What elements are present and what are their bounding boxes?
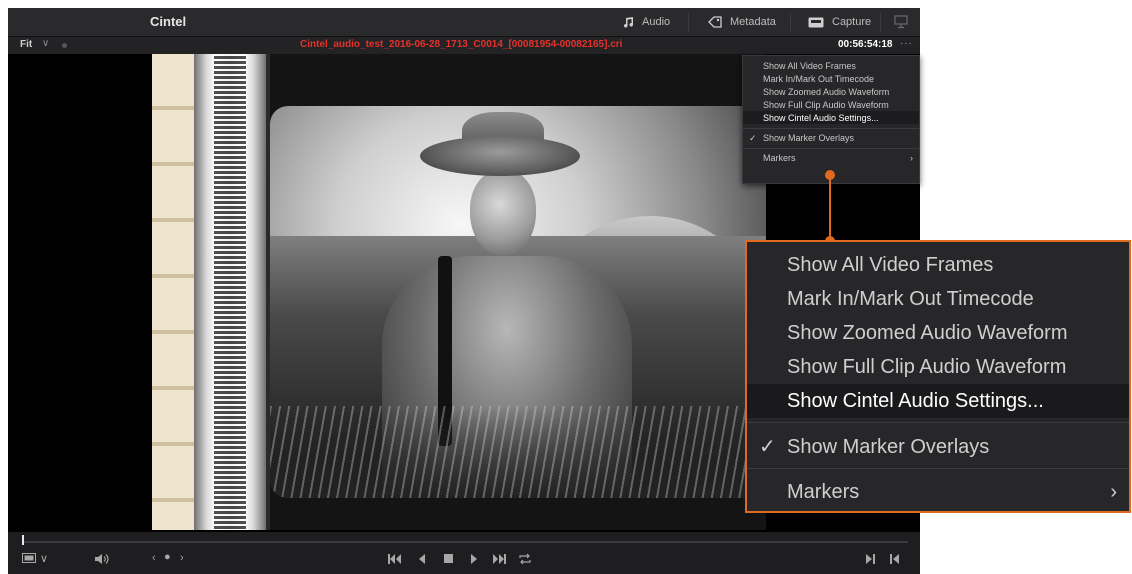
checkmark-icon: ✓	[749, 133, 757, 143]
optical-audio-waveform	[214, 54, 246, 530]
mark-out-icon[interactable]	[890, 554, 900, 564]
chevron-right-icon: ›	[910, 153, 913, 163]
jump-to-start-icon[interactable]	[388, 554, 402, 564]
menu-item-show-marker-overlays[interactable]: Show Marker Overlays	[787, 432, 989, 462]
viewer-options-menu: Show All Video Frames Mark In/Mark Out T…	[742, 55, 920, 184]
playhead[interactable]	[22, 535, 24, 545]
menu-divider	[747, 422, 1129, 423]
timecode-display: 00:56:54:18	[838, 39, 893, 50]
monitor-icon[interactable]	[894, 15, 908, 29]
menu-item-show-zoomed-audio-waveform[interactable]: Show Zoomed Audio Waveform	[787, 318, 1068, 348]
toolbar-divider	[790, 13, 791, 31]
menu-divider	[743, 148, 919, 149]
menu-divider	[743, 128, 919, 129]
next-marker-icon[interactable]: ›	[180, 552, 184, 564]
man-head	[470, 170, 536, 256]
status-dot-icon	[62, 43, 67, 48]
menu-item-show-full-clip-audio-waveform[interactable]: Show Full Clip Audio Waveform	[787, 352, 1066, 382]
menu-item-show-cintel-audio-settings[interactable]: Show Cintel Audio Settings...	[787, 386, 1044, 416]
checkmark-icon: ✓	[759, 436, 776, 458]
menu-item-mark-in-out-timecode[interactable]: Mark In/Mark Out Timecode	[763, 73, 874, 85]
music-note-icon	[623, 17, 634, 28]
marker-dot-icon[interactable]: ●	[164, 551, 171, 563]
menu-item-show-all-video-frames[interactable]: Show All Video Frames	[787, 250, 993, 280]
scrubber-track[interactable]	[22, 541, 908, 543]
transport-bar: ∨ ‹ ● ›	[8, 532, 920, 574]
menu-item-show-full-clip-audio-waveform[interactable]: Show Full Clip Audio Waveform	[763, 99, 889, 111]
mark-in-icon[interactable]	[866, 554, 876, 564]
stop-icon[interactable]	[444, 554, 454, 564]
menu-item-show-zoomed-audio-waveform[interactable]: Show Zoomed Audio Waveform	[763, 86, 889, 98]
film-frame-image	[152, 54, 766, 530]
chevron-down-icon[interactable]: ∨	[42, 38, 49, 49]
metadata-label: Metadata	[730, 16, 776, 28]
capture-icon	[808, 17, 824, 27]
viewer-layout-icon[interactable]	[22, 553, 36, 563]
menu-divider	[747, 468, 1129, 469]
clip-name: Cintel_audio_test_2016-06-28_1713_C0014_…	[300, 39, 623, 50]
callout-connector	[829, 174, 831, 240]
menu-item-markers[interactable]: Markers	[763, 152, 796, 164]
chevron-right-icon: ›	[1110, 481, 1117, 503]
tag-icon	[708, 16, 722, 28]
audio-label: Audio	[642, 16, 671, 28]
jump-to-end-icon[interactable]	[492, 554, 506, 564]
film-edge	[152, 54, 194, 530]
magnified-options-menu: Show All Video Frames Mark In/Mark Out T…	[745, 240, 1131, 513]
speaker-icon[interactable]	[94, 553, 110, 565]
audio-button[interactable]: Audio	[622, 8, 670, 36]
film-picture-frame	[270, 106, 766, 498]
title-bar: Cintel Audio Metadata Capture	[8, 8, 920, 37]
capture-label: Capture	[832, 16, 872, 28]
previous-marker-icon[interactable]: ‹	[152, 552, 156, 564]
menu-item-show-marker-overlays[interactable]: Show Marker Overlays	[763, 132, 854, 144]
play-icon[interactable]	[470, 554, 478, 564]
page-title: Cintel	[150, 14, 187, 29]
toolbar-divider	[688, 13, 689, 31]
menu-item-show-cintel-audio-settings[interactable]: Show Cintel Audio Settings...	[763, 112, 879, 124]
viewer-header: Fit ∨ Cintel_audio_test_2016-06-28_1713_…	[8, 37, 920, 54]
menu-item-markers[interactable]: Markers	[787, 477, 859, 507]
chevron-down-icon[interactable]: ∨	[40, 552, 48, 565]
play-reverse-icon[interactable]	[418, 554, 426, 564]
menu-item-mark-in-out-timecode[interactable]: Mark In/Mark Out Timecode	[787, 284, 1034, 314]
metadata-button[interactable]: Metadata	[708, 8, 776, 36]
more-options-icon[interactable]: ···	[900, 38, 913, 49]
capture-button[interactable]: Capture	[808, 8, 871, 36]
loop-icon[interactable]	[518, 553, 532, 565]
zoom-fit-dropdown[interactable]: Fit	[20, 39, 32, 50]
callout-dot	[825, 170, 835, 180]
hat-brim	[420, 136, 580, 176]
menu-item-show-all-video-frames[interactable]: Show All Video Frames	[763, 60, 856, 72]
foreground-grass	[270, 406, 766, 498]
toolbar-divider	[880, 13, 881, 31]
